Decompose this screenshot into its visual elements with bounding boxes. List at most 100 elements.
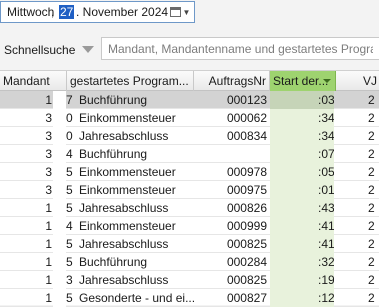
cell-vj: 2	[368, 237, 375, 251]
table-row[interactable]: 1 7 Buchführung 000123 :03 2	[0, 91, 379, 109]
cell-redacted	[53, 253, 66, 271]
cell-auftragsnr: 000123	[226, 93, 267, 107]
table-row[interactable]: 1 5 Gesonderte - und ei... 000827:12 2	[0, 289, 379, 307]
column-header-vj[interactable]: VJ	[336, 71, 379, 91]
column-header-programm[interactable]: gestartetes Program...	[67, 71, 194, 91]
cell-redacted	[53, 145, 66, 163]
cell-vj: 2	[368, 255, 375, 269]
cell-programm: Buchführung	[79, 255, 148, 269]
cell-start: :01	[318, 183, 334, 197]
column-header-label: AuftragsNr	[208, 74, 266, 88]
cell-redacted	[53, 91, 66, 109]
table-row[interactable]: 3 5 Einkommensteuer 000978:05 2	[0, 163, 379, 181]
table-body: 1 7 Buchführung 000123:03 2 3 0 Einkommensteuer…	[0, 91, 379, 307]
search-input[interactable]	[101, 37, 379, 60]
cell-start: :34	[318, 129, 334, 143]
filter-dropdown-icon[interactable]	[82, 46, 94, 53]
cell-mandant: 1	[45, 273, 52, 287]
cell-mandant: 3	[45, 129, 52, 143]
chevron-down-icon: ▼	[182, 7, 191, 17]
cell-program-prefix: 5	[66, 255, 73, 269]
cell-redacted	[53, 163, 66, 181]
date-day-selected[interactable]: 27	[59, 5, 75, 19]
cell-auftragsnr: 000284	[226, 255, 267, 269]
cell-vj: 2	[368, 219, 375, 233]
cell-program-prefix: 5	[66, 183, 73, 197]
cell-vj: 2	[368, 129, 375, 143]
cell-mandant: 1	[45, 219, 52, 233]
table-row[interactable]: 1 4 Einkommensteuer 000999 :41 2	[0, 217, 379, 235]
date-separator: ,	[51, 5, 55, 19]
cell-vj: 2	[368, 93, 375, 107]
jobs-table: Mandant gestartetes Program... AuftragsN…	[0, 70, 379, 307]
table-row[interactable]: 1 5 Jahresabschluss 000825:41 2	[0, 235, 379, 253]
cell-redacted	[53, 181, 66, 199]
cell-redacted	[53, 271, 66, 289]
date-picker[interactable]: Mittwoch , 27 . November 2024 ▼	[0, 1, 195, 23]
table-row[interactable]: 1 5 Buchführung 000284 :32 2	[0, 253, 379, 271]
cell-programm: Buchführung	[79, 147, 148, 161]
cell-mandant: 1	[45, 255, 52, 269]
cell-programm: Gesonderte - und ei...	[79, 291, 196, 305]
cell-programm: Einkommensteuer	[79, 111, 176, 125]
table-row[interactable]: 3 0 Einkommensteuer 000062 :34 2	[0, 109, 379, 127]
cell-program-prefix: 5	[66, 201, 73, 215]
cell-mandant: 1	[45, 237, 52, 251]
table-header: Mandant gestartetes Program... AuftragsN…	[0, 70, 379, 91]
cell-auftragsnr: 000978	[226, 165, 267, 179]
cell-programm: Buchführung	[79, 93, 148, 107]
table-row[interactable]: 3 0 Jahresabschluss 000834 :34 2	[0, 127, 379, 145]
date-weekday[interactable]: Mittwoch	[7, 5, 54, 19]
cell-auftragsnr: 000825	[226, 273, 267, 287]
cell-start: :03	[318, 93, 334, 107]
cell-start: :41	[318, 219, 334, 233]
table-row[interactable]: 1 3 Jahresabschluss 000825:19 2	[0, 271, 379, 289]
column-header-start[interactable]: Start der...	[270, 71, 336, 91]
column-header-label: Mandant	[3, 74, 50, 88]
cell-program-prefix: 4	[66, 219, 73, 233]
cell-program-prefix: 0	[66, 129, 73, 143]
calendar-dropdown-button[interactable]: ▼	[168, 4, 192, 20]
cell-auftragsnr: 000999	[226, 219, 267, 233]
column-header-auftragsnr[interactable]: AuftragsNr	[194, 71, 270, 91]
search-label: Schnellsuche	[4, 43, 76, 57]
cell-start: :07	[318, 147, 334, 161]
cell-mandant: 1	[45, 93, 52, 107]
cell-program-prefix: 3	[66, 273, 73, 287]
cell-start: :12	[318, 291, 334, 305]
cell-mandant: 3	[45, 165, 52, 179]
cell-mandant: 3	[45, 147, 52, 161]
table-row[interactable]: 1 5 Jahresabschluss 000826:43 2	[0, 199, 379, 217]
cell-start: :41	[318, 237, 334, 251]
cell-start: :34	[318, 111, 334, 125]
cell-auftragsnr: 000826	[226, 201, 267, 215]
cell-vj: 2	[368, 273, 375, 287]
cell-redacted	[53, 199, 66, 217]
column-header-label: Start der...	[273, 74, 329, 88]
cell-vj: 2	[368, 111, 375, 125]
calendar-icon	[169, 7, 181, 17]
cell-programm: Einkommensteuer	[79, 219, 176, 233]
cell-auftragsnr: 000975	[226, 183, 267, 197]
cell-auftragsnr: 000827	[226, 291, 267, 305]
cell-redacted	[53, 127, 66, 145]
cell-start: :32	[318, 255, 334, 269]
cell-program-prefix: 0	[66, 111, 73, 125]
cell-mandant: 3	[45, 111, 52, 125]
cell-mandant: 3	[45, 183, 52, 197]
cell-start: :43	[318, 201, 334, 215]
cell-auftragsnr: 000825	[226, 237, 267, 251]
cell-programm: Jahresabschluss	[79, 129, 169, 143]
date-month-year[interactable]: . November 2024	[76, 5, 168, 19]
column-header-mandant[interactable]: Mandant	[0, 71, 67, 91]
cell-auftragsnr: 000062	[226, 111, 267, 125]
table-row[interactable]: 3 5 Einkommensteuer 000975:01 2	[0, 181, 379, 199]
cell-programm: Einkommensteuer	[79, 183, 176, 197]
cell-redacted	[53, 217, 66, 235]
cell-mandant: 1	[45, 291, 52, 305]
table-row[interactable]: 3 4 Buchführung:07 2	[0, 145, 379, 163]
cell-vj: 2	[368, 201, 375, 215]
cell-redacted	[53, 289, 66, 307]
cell-auftragsnr: 000834	[226, 129, 267, 143]
cell-program-prefix: 7	[66, 93, 73, 107]
